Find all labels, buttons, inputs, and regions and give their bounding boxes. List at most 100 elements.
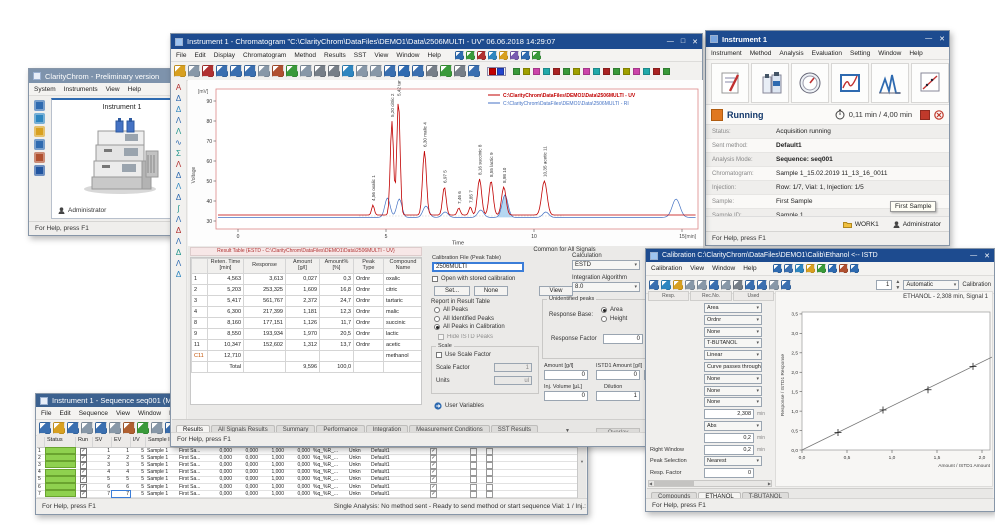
menu-item-help[interactable]: Help [128,86,141,93]
toolbar-icon-1[interactable] [466,51,475,60]
toolbar-icon-14[interactable] [653,68,660,75]
result-row-1[interactable]: 14,5633,6130,0270,3Ordnroxalic [192,274,423,285]
toolbar-icon-15[interactable] [663,68,670,75]
menu-item-window[interactable]: Window [138,410,161,417]
grid-header-recno[interactable]: Rec.No. [690,291,731,301]
toolbar-icon-2[interactable] [477,51,486,60]
chromatogram-titlebar[interactable]: Instrument 1 - Chromatogram "C:\ClarityC… [171,34,702,49]
menu-item-evaluation[interactable]: Evaluation [812,50,842,57]
plot-tool-icon-7[interactable]: Λ [172,160,185,169]
toolbar-icon-16[interactable] [398,65,410,77]
menu-item-system[interactable]: System [34,86,56,93]
menu-item-view[interactable]: View [116,410,130,417]
toolbar-icon-17[interactable] [412,65,424,77]
toolbar-icon-9[interactable] [300,65,312,77]
hide-istd-checkbox[interactable]: Hide ISTD Peaks [438,334,493,340]
inj-volume-field[interactable]: 0 [544,391,588,401]
plot-tool-icon-17[interactable]: Δ [172,270,185,279]
minimize-button[interactable]: — [925,35,932,43]
property-dropdown[interactable]: Ordnr▾ [704,315,762,325]
calibration-file-field[interactable]: 2506MULTI [432,262,524,272]
signal-color-squares[interactable] [513,68,670,75]
compound-spinner[interactable]: 1 [876,280,892,290]
toolbar-icon-6[interactable] [721,280,731,290]
toolbar-icon-11[interactable] [328,65,340,77]
menu-item-help[interactable]: Help [743,265,756,272]
menu-item-window[interactable]: Window [396,52,419,59]
calibration-button[interactable] [911,63,949,103]
toolbar-icon-1[interactable] [53,422,65,434]
use-scale-checkbox[interactable]: Use Scale Factor [436,352,491,358]
minimize-button[interactable]: — [667,38,674,46]
toolbar-icon-0[interactable] [39,422,51,434]
toolbar-icon-3[interactable] [543,68,550,75]
gauge-button[interactable] [791,63,829,103]
toolbar-icon-13[interactable] [356,65,368,77]
toolbar-icon-5[interactable] [244,65,256,77]
toolbar-icon-6[interactable] [573,68,580,75]
menu-item-instruments[interactable]: Instruments [64,86,98,93]
toolbar-icon-2[interactable] [202,65,214,77]
workgroup[interactable]: WORK1 [843,221,879,228]
current-user[interactable]: Administrator [893,221,941,228]
menu-item-instrument[interactable]: Instrument [711,50,742,57]
toolbar-icon-8[interactable] [151,422,163,434]
property-dropdown[interactable]: None▾ [704,374,762,384]
toolbar-icon-9[interactable] [603,68,610,75]
property-dropdown[interactable]: None▾ [704,386,762,396]
user-icon[interactable] [34,100,45,111]
grid-header-used[interactable]: Used [733,291,774,301]
flag-checkbox[interactable]: ✓ [430,491,437,498]
chromatogram-button[interactable] [871,63,909,103]
toolbar-icon-0[interactable] [513,68,520,75]
toolbar-icon-0[interactable] [649,280,659,290]
instrument-titlebar[interactable]: Instrument 1 —✕ [706,31,949,47]
set-button[interactable]: Set... [434,286,470,296]
calculation-dropdown[interactable]: ESTD▾ [572,260,640,270]
plot-tool-icon-10[interactable]: Δ [172,193,185,202]
report-option-all-identified-peaks[interactable]: All Identified Peaks [434,316,554,322]
toolbar-icon-6[interactable] [521,51,530,60]
toolbar-icon-4[interactable] [499,51,508,60]
toolbar-icon-14[interactable] [370,65,382,77]
toolbar-icon-4[interactable] [817,264,826,273]
toolbar-icon-4[interactable] [230,65,242,77]
property-field[interactable]: 0 [704,468,754,478]
result-table[interactable]: Reten. Time [min]ResponseAmount [g/l]Amo… [190,257,422,405]
plot-tool-icon-2[interactable]: Δ [172,105,185,114]
close-button[interactable]: ✕ [984,252,990,260]
calibration-titlebar[interactable]: Calibration C:\ClarityChrom\DataFiles\DE… [646,249,994,262]
open-stored-checkbox[interactable]: Open with stored calibration [432,276,515,282]
toolbar-icon-7[interactable] [733,280,743,290]
plot-tool-icon-4[interactable]: Λ [172,127,185,136]
horizontal-scrollbar[interactable]: ◀ ▶ [648,480,772,487]
menu-item-display[interactable]: Display [214,52,235,59]
property-field[interactable]: 2,308 [704,409,754,419]
none-button[interactable]: None [474,286,508,296]
toolbar-icon-3[interactable] [488,51,497,60]
mode-dropdown[interactable]: Automatic▾ [903,280,959,290]
info-icon[interactable] [34,165,45,176]
plot-tool-icon-3[interactable]: Λ [172,116,185,125]
property-dropdown[interactable]: None▾ [704,397,762,407]
menu-item-window[interactable]: Window [712,265,735,272]
menu-item-analysis[interactable]: Analysis [779,50,803,57]
result-row-8[interactable]: 88,160177,1511,12611,7Ordnrsuccinic [192,318,423,329]
toolbar-icon-7[interactable] [850,264,859,273]
plot-tool-icon-9[interactable]: Λ [172,182,185,191]
solvents-button[interactable] [751,63,789,103]
menu-item-file[interactable]: File [41,410,51,417]
istd-amount-field[interactable]: 0 [596,370,640,380]
menu-item-method[interactable]: Method [750,50,772,57]
menu-item-sst[interactable]: SST [354,52,367,59]
toolbar-icon-12[interactable] [342,65,354,77]
property-dropdown[interactable]: T-BUTANOL▾ [704,338,762,348]
active-signal-squares[interactable] [487,67,506,76]
menu-item-view[interactable]: View [690,265,704,272]
toolbar-icon-11[interactable] [781,280,791,290]
menu-item-help[interactable]: Help [909,50,922,57]
property-dropdown[interactable]: Abs▾ [704,421,762,431]
toolbar-icon-4[interactable] [553,68,560,75]
toolbar-icon-2[interactable] [67,422,79,434]
property-dropdown[interactable]: Curve passes through Origin▾ [704,362,762,372]
